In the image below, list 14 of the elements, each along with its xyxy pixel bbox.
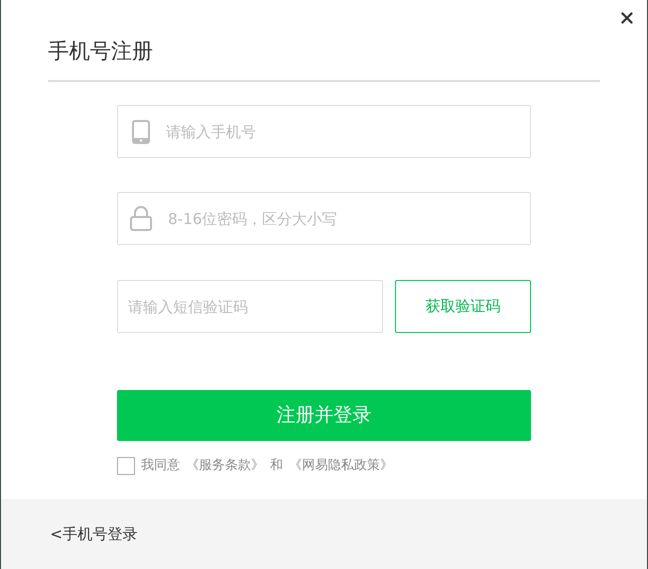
password-field[interactable]: 8-16位密码，区分大小写 [117, 192, 531, 245]
phone-icon [132, 120, 150, 144]
lock-icon [130, 205, 152, 231]
phone-login-link[interactable]: <手机号登录 [50, 522, 138, 546]
agree-checkbox[interactable] [117, 456, 135, 475]
and-label: 和 [270, 457, 283, 475]
get-code-button[interactable]: 获取验证码 [395, 280, 531, 333]
terms-link[interactable]: 《服务条款》 [186, 456, 264, 476]
register-button[interactable]: 注册并登录 [117, 390, 531, 441]
agree-label: 我同意 [141, 457, 180, 475]
code-field[interactable]: 请输入短信验证码 [117, 280, 384, 333]
phone-field[interactable]: 请输入手机号 [117, 105, 531, 158]
dialog-title: 手机号注册 [48, 38, 154, 65]
privacy-link[interactable]: 《网易隐私政策》 [289, 456, 393, 476]
